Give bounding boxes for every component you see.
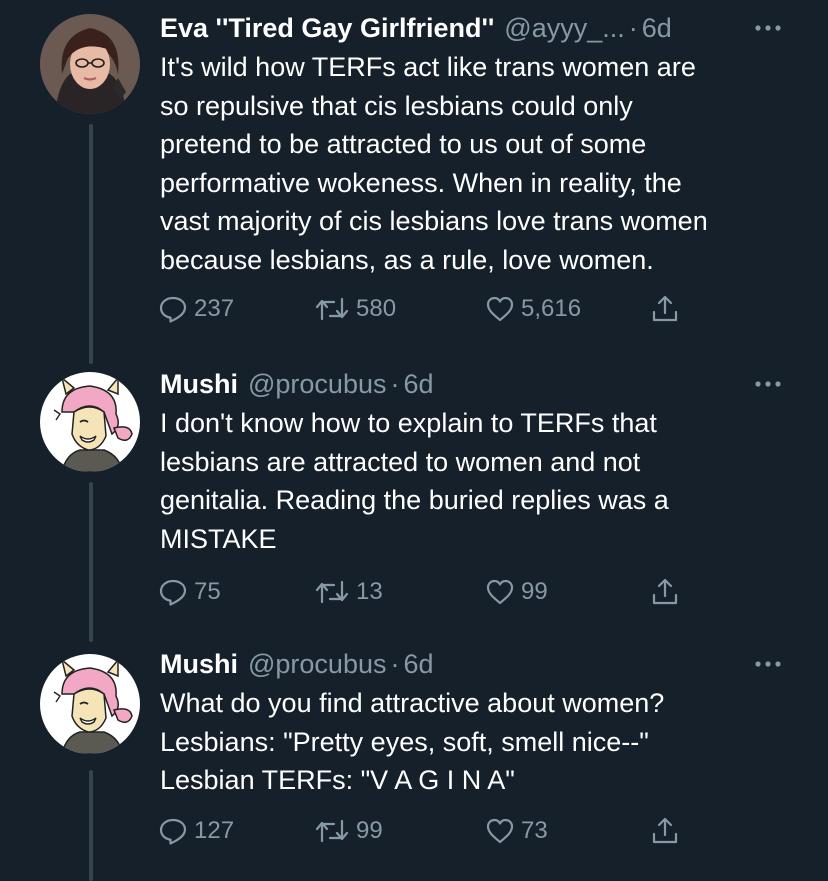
heart-icon [485, 577, 515, 607]
tweet-text: It's wild how TERFs act like trans women… [160, 48, 800, 279]
retweet-count: 99 [356, 817, 383, 844]
heart-icon [485, 816, 515, 846]
tweet[interactable]: Mushi @procubus · 6d What do you find at… [0, 644, 828, 881]
tweet-text-line: lesbians are attracted to women and not [160, 446, 641, 477]
reply-icon [158, 577, 188, 607]
user-handle[interactable]: @procubus [248, 369, 386, 400]
tweet-text-line: because lesbians, as a rule, love women. [160, 244, 654, 275]
tweet-text-line: I don't know how to explain to TERFs tha… [160, 408, 657, 438]
tweet-text-line: MISTAKE [160, 523, 277, 554]
tweet-actions: 127 99 73 [158, 811, 718, 851]
reply-button[interactable]: 75 [158, 572, 221, 612]
share-button[interactable] [650, 572, 680, 612]
tweet-text-line: vast majority of cis lesbians love trans… [160, 206, 708, 236]
retweet-button[interactable]: 13 [314, 572, 383, 612]
more-icon[interactable] [748, 644, 788, 684]
timestamp[interactable]: 6d [403, 369, 433, 400]
retweet-count: 580 [356, 295, 397, 322]
separator-dot: · [390, 648, 400, 679]
share-button[interactable] [650, 811, 680, 851]
like-count: 99 [521, 578, 548, 605]
reply-icon [158, 294, 188, 324]
reply-button[interactable]: 237 [158, 289, 234, 329]
tweet-text-line: genitalia. Reading the buried replies wa… [160, 485, 669, 515]
more-icon[interactable] [748, 8, 788, 48]
timestamp[interactable]: 6d [403, 649, 433, 680]
tweet-header: Eva ''Tired Gay Girlfriend'' @ayyy_... ·… [160, 8, 788, 48]
tweet-text: I don't know how to explain to TERFs tha… [160, 404, 800, 558]
more-icon[interactable] [748, 364, 788, 404]
separator-dot: · [390, 368, 400, 399]
tweet-text-line: pretend to be attracted to us out of som… [160, 129, 647, 159]
tweet-text-line: Lesbian TERFs: "V A G I N A" [160, 765, 515, 795]
reply-count: 75 [194, 578, 221, 605]
retweet-button[interactable]: 580 [314, 289, 396, 329]
retweet-icon [314, 294, 350, 324]
share-button[interactable] [650, 289, 680, 329]
tweet-header: Mushi @procubus · 6d [160, 644, 788, 684]
display-name[interactable]: Mushi [160, 369, 238, 400]
reply-button[interactable]: 127 [158, 811, 234, 851]
tweet-text-line: Lesbians: "Pretty eyes, soft, smell nice… [160, 726, 649, 757]
avatar[interactable] [40, 654, 140, 754]
reply-icon [158, 816, 188, 846]
tweet-actions: 75 13 99 [158, 572, 718, 612]
tweet-text-line: performative wokeness. When in reality, … [160, 167, 682, 198]
share-icon [650, 577, 680, 607]
user-handle[interactable]: @ayyy_... [504, 13, 624, 44]
like-button[interactable]: 73 [485, 811, 548, 851]
display-name[interactable]: Eva ''Tired Gay Girlfriend'' [160, 13, 494, 44]
tweet[interactable]: Eva ''Tired Gay Girlfriend'' @ayyy_... ·… [0, 0, 828, 350]
like-count: 5,616 [521, 295, 582, 322]
timestamp[interactable]: 6d [642, 13, 672, 44]
retweet-button[interactable]: 99 [314, 811, 383, 851]
tweet[interactable]: Mushi @procubus · 6d I don't know how to… [0, 362, 828, 642]
display-name[interactable]: Mushi [160, 649, 238, 680]
user-handle[interactable]: @procubus [248, 649, 386, 680]
tweet-header: Mushi @procubus · 6d [160, 364, 788, 404]
avatar[interactable] [40, 14, 140, 114]
retweet-count: 13 [356, 578, 383, 605]
heart-icon [485, 294, 515, 324]
like-count: 73 [521, 817, 548, 844]
reply-count: 237 [194, 295, 235, 322]
retweet-icon [314, 577, 350, 607]
like-button[interactable]: 99 [485, 572, 548, 612]
tweet-actions: 237 580 5,616 [158, 289, 718, 329]
avatar[interactable] [40, 372, 140, 472]
retweet-icon [314, 816, 350, 846]
reply-count: 127 [194, 817, 235, 844]
share-icon [650, 294, 680, 324]
tweet-text-line: so repulsive that cis lesbians could onl… [160, 90, 633, 121]
tweet-text: What do you find attractive about women?… [160, 684, 800, 800]
share-icon [650, 816, 680, 846]
tweet-text-line: What do you find attractive about women? [160, 688, 665, 718]
separator-dot: · [628, 12, 638, 43]
tweet-text-line: It's wild how TERFs act like trans women… [160, 52, 696, 82]
like-button[interactable]: 5,616 [485, 289, 581, 329]
